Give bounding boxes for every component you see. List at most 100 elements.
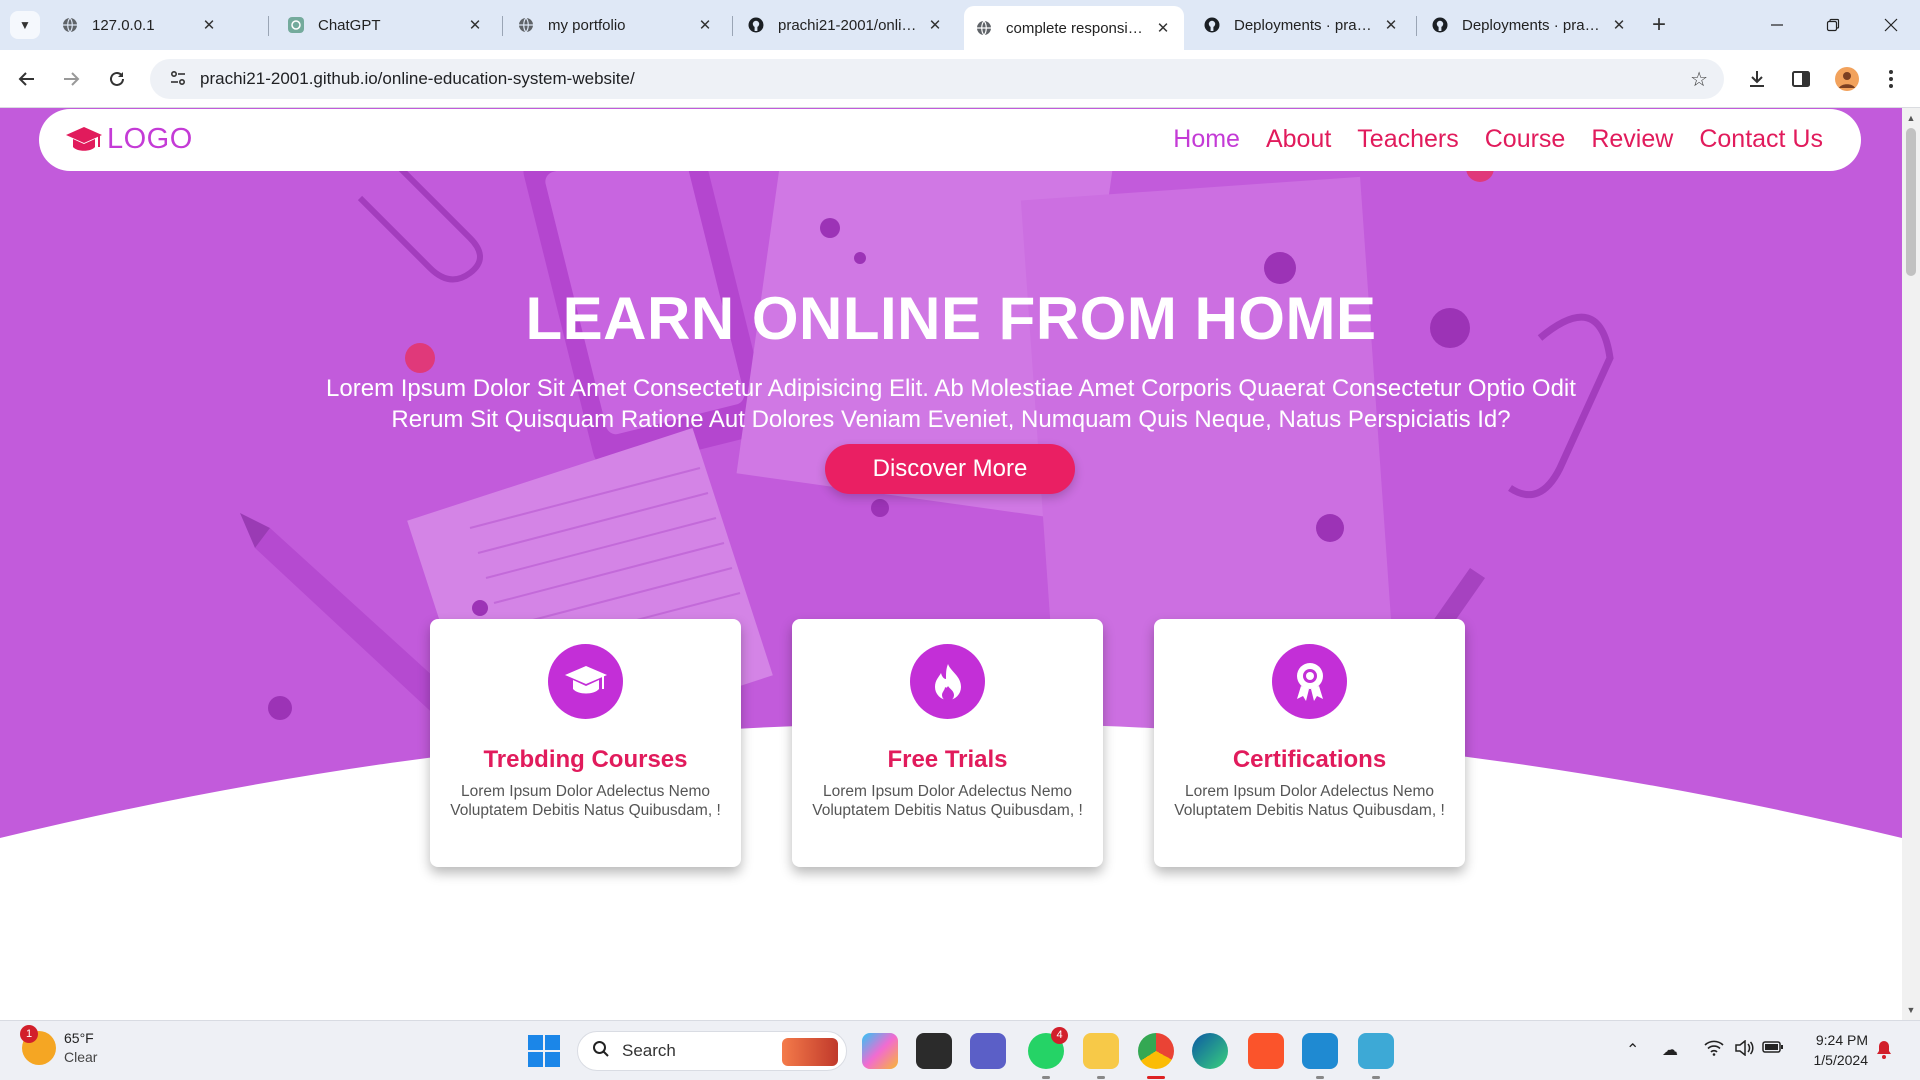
browser-tab[interactable]: ChatGPT ✕ — [276, 8, 496, 42]
github-icon — [1204, 17, 1220, 33]
tab-close-icon[interactable]: ✕ — [926, 16, 944, 34]
task-view-icon[interactable] — [916, 1033, 952, 1069]
edge-icon[interactable] — [1192, 1033, 1228, 1069]
browser-tab-strip: ▼ 127.0.0.1 ✕ ChatGPT ✕ my portfolio ✕ p… — [0, 0, 1920, 50]
card-text: Lorem Ipsum Dolor Adelectus Nemo Volupta… — [450, 783, 721, 819]
url-bar[interactable]: prachi21-2001.github.io/online-education… — [150, 59, 1724, 99]
battery-icon[interactable] — [1762, 1040, 1784, 1059]
tab-search-dropdown-icon[interactable]: ▼ — [10, 11, 40, 39]
weather-condition: Clear — [64, 1049, 98, 1065]
feature-card-certifications[interactable]: Certifications Lorem Ipsum Dolor Adelect… — [1154, 619, 1465, 867]
tab-close-icon[interactable]: ✕ — [1154, 19, 1172, 37]
weather-widget[interactable]: 1 65°F Clear — [20, 1025, 98, 1067]
nav-link-contact[interactable]: Contact Us — [1699, 125, 1823, 154]
feature-card-free-trials[interactable]: Free Trials Lorem Ipsum Dolor Adelectus … — [792, 619, 1103, 867]
search-highlight-image — [782, 1038, 838, 1066]
browser-tab[interactable]: Deployments · prachi21-2001/online-educa… — [1192, 8, 1412, 42]
fire-icon — [910, 644, 985, 719]
tab-title: prachi21-2001/online-education-system-we… — [778, 16, 918, 34]
card-text: Lorem Ipsum Dolor Adelectus Nemo Volupta… — [1174, 783, 1445, 819]
nav-link-home[interactable]: Home — [1173, 125, 1240, 154]
reload-icon[interactable] — [102, 64, 132, 94]
logo-text: LOGO — [107, 123, 193, 155]
tab-close-icon[interactable]: ✕ — [696, 16, 714, 34]
tray-overflow-icon[interactable]: ⌃ — [1626, 1040, 1639, 1060]
weather-temperature: 65°F — [64, 1030, 94, 1046]
hero-title: LEARN ONLINE FROM HOME — [525, 285, 1377, 352]
scrollbar-thumb[interactable] — [1906, 128, 1916, 276]
start-menu-icon[interactable] — [528, 1035, 560, 1067]
browser-tab[interactable]: my portfolio ✕ — [506, 8, 726, 42]
copilot-icon[interactable] — [862, 1033, 898, 1069]
side-panel-icon[interactable] — [1786, 64, 1816, 94]
graduation-cap-icon — [66, 126, 102, 151]
tab-separator — [732, 16, 733, 36]
page-viewport: LOGO Home About Teachers Course Review C… — [0, 108, 1902, 1020]
nav-menu: Home About Teachers Course Review Contac… — [1147, 125, 1823, 154]
back-icon[interactable] — [12, 64, 42, 94]
site-info-icon[interactable] — [156, 69, 200, 90]
brave-icon[interactable] — [1248, 1033, 1284, 1069]
whatsapp-badge: 4 — [1051, 1027, 1068, 1044]
vscode-icon[interactable] — [1302, 1033, 1338, 1079]
new-tab-button[interactable]: + — [1652, 12, 1666, 38]
page-scrollbar[interactable]: ▲ ▼ — [1902, 108, 1920, 1020]
tab-title: my portfolio — [548, 16, 626, 34]
browser-tab[interactable]: prachi21-2001/online-education-system-we… — [736, 8, 956, 42]
tab-title: ChatGPT — [318, 16, 381, 34]
profile-avatar[interactable] — [1832, 64, 1862, 94]
close-window-icon[interactable] — [1876, 10, 1906, 40]
browser-tab[interactable]: Deployments · prachi21-2001/online-educa… — [1420, 8, 1640, 42]
restore-icon[interactable] — [1818, 10, 1848, 40]
scroll-down-icon[interactable]: ▼ — [1902, 1002, 1920, 1018]
browser-tab[interactable]: 127.0.0.1 ✕ — [50, 8, 230, 42]
nav-link-course[interactable]: Course — [1485, 125, 1566, 154]
feature-card-courses[interactable]: Trebding Courses Lorem Ipsum Dolor Adele… — [430, 619, 741, 867]
nav-link-about[interactable]: About — [1266, 125, 1331, 154]
system-clock[interactable]: 9:24 PM 1/5/2024 — [1800, 1030, 1869, 1070]
address-toolbar: prachi21-2001.github.io/online-education… — [0, 50, 1920, 108]
tab-close-icon[interactable]: ✕ — [1610, 16, 1628, 34]
graduation-cap-icon — [548, 644, 623, 719]
teams-chat-icon[interactable] — [970, 1033, 1006, 1069]
tab-title: complete responsive online education web… — [1006, 19, 1146, 37]
tab-close-icon[interactable]: ✕ — [1382, 16, 1400, 34]
weather-badge: 1 — [20, 1025, 38, 1043]
bookmark-star-icon[interactable]: ☆ — [1690, 67, 1708, 92]
github-icon — [1432, 17, 1448, 33]
chrome-icon[interactable] — [1138, 1033, 1174, 1079]
tab-separator — [268, 16, 269, 36]
tab-close-icon[interactable]: ✕ — [466, 16, 484, 34]
running-indicator — [1097, 1076, 1105, 1079]
file-explorer-icon[interactable] — [1083, 1033, 1119, 1079]
running-indicator — [1372, 1076, 1380, 1079]
minimize-icon[interactable] — [1762, 10, 1792, 40]
forward-icon[interactable] — [56, 64, 86, 94]
browser-menu-icon[interactable] — [1876, 64, 1906, 94]
moon-weather-icon: 1 — [20, 1025, 56, 1065]
tab-title: Deployments · prachi21-2001/online-educa… — [1462, 16, 1602, 34]
wifi-icon[interactable] — [1704, 1040, 1724, 1061]
download-icon[interactable] — [1742, 64, 1772, 94]
nav-link-teachers[interactable]: Teachers — [1357, 125, 1458, 154]
award-icon — [1272, 644, 1347, 719]
nav-link-review[interactable]: Review — [1591, 125, 1673, 154]
clock-date: 1/5/2024 — [1813, 1052, 1869, 1068]
volume-icon[interactable] — [1734, 1039, 1754, 1061]
tab-close-icon[interactable]: ✕ — [200, 16, 218, 34]
browser-tab-active[interactable]: complete responsive online education web… — [964, 6, 1184, 50]
clock-time: 9:24 PM — [1815, 1032, 1868, 1048]
whatsapp-icon[interactable]: 4 — [1028, 1027, 1068, 1079]
scroll-up-icon[interactable]: ▲ — [1902, 110, 1920, 126]
card-title: Trebding Courses — [483, 746, 688, 773]
search-icon — [592, 1040, 610, 1063]
search-placeholder: Search — [622, 1041, 676, 1060]
chatgpt-icon — [288, 17, 304, 33]
discover-more-button[interactable]: Discover More — [825, 444, 1075, 494]
card-title: Certifications — [1232, 746, 1387, 773]
snipping-tool-icon[interactable] — [1358, 1033, 1394, 1079]
site-logo[interactable]: LOGO — [65, 123, 193, 156]
notification-bell-icon[interactable] — [1876, 1040, 1892, 1060]
onedrive-icon[interactable]: ☁ — [1662, 1040, 1678, 1060]
taskbar-search[interactable]: Search — [577, 1031, 847, 1071]
